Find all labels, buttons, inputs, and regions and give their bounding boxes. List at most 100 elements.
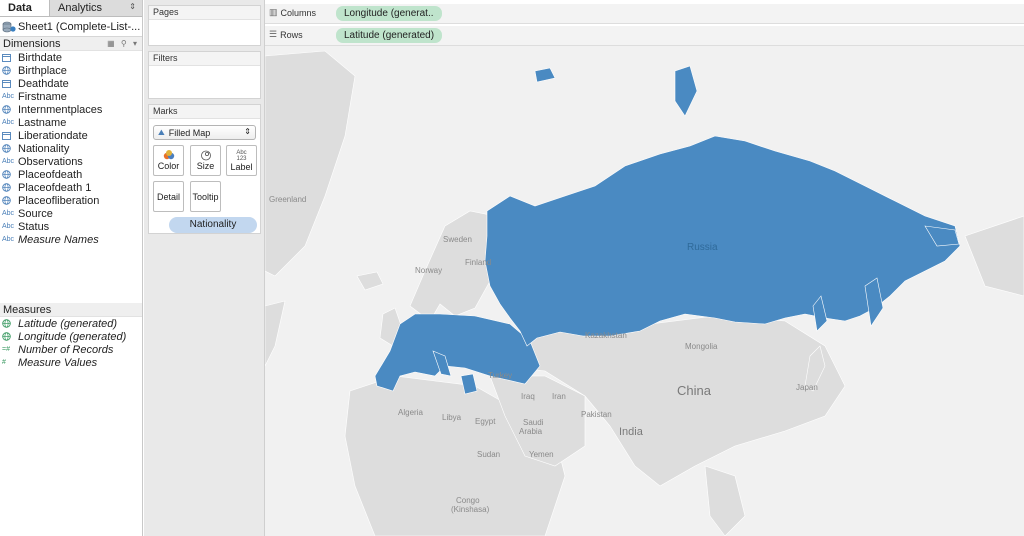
dimension-field-observations[interactable]: Abc Observations	[0, 155, 142, 168]
string-type-icon: Abc	[2, 158, 15, 165]
map-label-iran: Iran	[552, 392, 566, 401]
dimensions-toolbar-icons[interactable]: ▦ ⚲ ▾	[107, 39, 139, 48]
mark-type-value: Filled Map	[168, 127, 211, 138]
size-button[interactable]: Size	[190, 145, 221, 176]
columns-icon: ▥	[269, 7, 278, 17]
measures-list: Latitude (generated) Longitude (generated…	[0, 317, 142, 369]
dimension-field-placeofdeath[interactable]: Placeofdeath	[0, 168, 142, 181]
land-greenland	[265, 50, 356, 277]
tab-data[interactable]: Data	[0, 0, 50, 16]
dimension-field-lastname[interactable]: Abc Lastname	[0, 116, 142, 129]
dimension-field-internmentplaces[interactable]: Internmentplaces	[0, 103, 142, 116]
map-label-sweden: Sweden	[443, 235, 472, 244]
map-label-sudan: Sudan	[477, 450, 501, 459]
measure-field-longitude-generated[interactable]: Longitude (generated)	[0, 330, 142, 343]
map-label-libya: Libya	[442, 413, 462, 422]
chevron-updown-icon: ⇕	[244, 127, 251, 136]
longitude-pill[interactable]: Longitude (generat..	[336, 6, 442, 21]
field-name: Placeofdeath	[18, 168, 83, 181]
columns-label: Columns	[280, 7, 317, 18]
map-label-kinshasa: (Kinshasa)	[451, 505, 490, 514]
rows-shelf[interactable]: ☰ Rows Latitude (generated)	[265, 26, 1024, 46]
dimension-field-placeofliberation[interactable]: Placeofliberation	[0, 194, 142, 207]
dimension-field-firstname[interactable]: Abc Firstname	[0, 90, 142, 103]
dimension-field-measure-names[interactable]: Abc Measure Names	[0, 233, 142, 246]
dimension-field-deathdate[interactable]: Deathdate	[0, 77, 142, 90]
map-label-russia: Russia	[687, 242, 718, 253]
size-icon	[200, 150, 212, 161]
detail-button[interactable]: Detail	[153, 181, 184, 212]
map-label-pakistan: Pakistan	[581, 410, 612, 419]
map-canvas[interactable]	[265, 46, 1024, 536]
measure-field-measure-values[interactable]: # Measure Values	[0, 356, 142, 369]
field-name: Internmentplaces	[18, 103, 103, 116]
map-label-arabia: Arabia	[519, 427, 543, 436]
map-label-kazakhstan: Kazakhstan	[585, 331, 627, 340]
pages-card[interactable]: Pages	[148, 5, 261, 46]
field-name: Measure Values	[18, 356, 98, 369]
rows-label-wrap: ☰ Rows	[269, 29, 303, 40]
latitude-pill[interactable]: Latitude (generated)	[336, 28, 443, 43]
datasource-item[interactable]: Sheet1 (Complete-List-...	[0, 17, 142, 37]
field-name: Measure Names	[18, 233, 99, 246]
field-name: Latitude (generated)	[18, 317, 118, 330]
map-view[interactable]: Greenland Sweden Finland Norway Russia K…	[265, 46, 1024, 536]
region-arctic-islands-highlight	[534, 67, 556, 83]
marks-title: Marks	[149, 105, 260, 119]
label-button[interactable]: Abc 123 Label	[226, 145, 257, 176]
calendar-icon	[2, 53, 18, 62]
string-type-icon: Abc	[2, 223, 15, 230]
measure-field-latitude-generated[interactable]: Latitude (generated)	[0, 317, 142, 330]
measures-header: Measures	[0, 303, 142, 317]
field-name: Placeofliberation	[18, 194, 100, 207]
region-russia-highlight	[484, 135, 961, 347]
globe-icon	[2, 170, 18, 179]
map-label-saudi: Saudi	[523, 418, 544, 427]
color-button[interactable]: Color	[153, 145, 184, 176]
label-icon: Abc 123	[236, 149, 247, 162]
tooltip-button[interactable]: Tooltip	[190, 181, 221, 212]
dimension-field-nationality[interactable]: Nationality	[0, 142, 142, 155]
columns-shelf[interactable]: ▥ Columns Longitude (generat..	[265, 4, 1024, 24]
map-label-yemen: Yemen	[529, 450, 554, 459]
string-type-icon: Abc	[2, 236, 15, 243]
pane-menu-icon[interactable]: ⇕	[129, 2, 136, 11]
dimension-field-placeofdeath-1[interactable]: Placeofdeath 1	[0, 181, 142, 194]
map-label-china: China	[677, 383, 711, 398]
number-type-icon: #	[2, 359, 6, 366]
color-label: Color	[157, 161, 180, 171]
tooltip-label: Tooltip	[192, 191, 219, 202]
map-label-turkey: Turkey	[488, 371, 513, 380]
land-southeast-asia	[704, 465, 746, 536]
map-label-mongolia: Mongolia	[685, 342, 718, 351]
field-name: Observations	[18, 155, 83, 168]
field-name: Source	[18, 207, 53, 220]
data-pane: Data Analytics ⇕ Sheet1 (Complete-List-.…	[0, 0, 143, 536]
map-label-greenland: Greenland	[269, 195, 307, 204]
dimension-field-source[interactable]: Abc Source	[0, 207, 142, 220]
map-label-algeria: Algeria	[398, 408, 423, 417]
dimension-field-liberationdate[interactable]: Liberationdate	[0, 129, 142, 142]
filters-card[interactable]: Filters	[148, 51, 261, 99]
nationality-pill[interactable]: Nationality	[169, 217, 257, 233]
pane-tabs: Data Analytics ⇕	[0, 0, 142, 17]
columns-label-wrap: ▥ Columns	[269, 7, 316, 18]
cards-column: Pages Filters Marks ⛰ Filled Map ⇕ Color…	[144, 0, 265, 536]
map-label-egypt: Egypt	[475, 417, 496, 426]
size-label: Size	[196, 161, 215, 171]
map-mark-icon: ⛰	[158, 127, 165, 137]
map-label-japan: Japan	[796, 383, 818, 392]
color-icon	[163, 150, 175, 161]
dimension-field-birthdate[interactable]: Birthdate	[0, 51, 142, 64]
dimension-field-status[interactable]: Abc Status	[0, 220, 142, 233]
map-label-india: India	[619, 426, 643, 438]
measure-field-number-of-records[interactable]: =# Number of Records	[0, 343, 142, 356]
field-name: Longitude (generated)	[18, 330, 127, 343]
datasource-name: Sheet1 (Complete-List-...	[18, 20, 141, 33]
globe-icon	[2, 105, 18, 114]
dimension-field-birthplace[interactable]: Birthplace	[0, 64, 142, 77]
mark-type-select[interactable]: ⛰ Filled Map ⇕	[153, 125, 256, 140]
tab-analytics-label: Analytics	[58, 2, 103, 14]
string-type-icon: Abc	[2, 93, 15, 100]
tab-analytics[interactable]: Analytics ⇕	[50, 0, 142, 16]
